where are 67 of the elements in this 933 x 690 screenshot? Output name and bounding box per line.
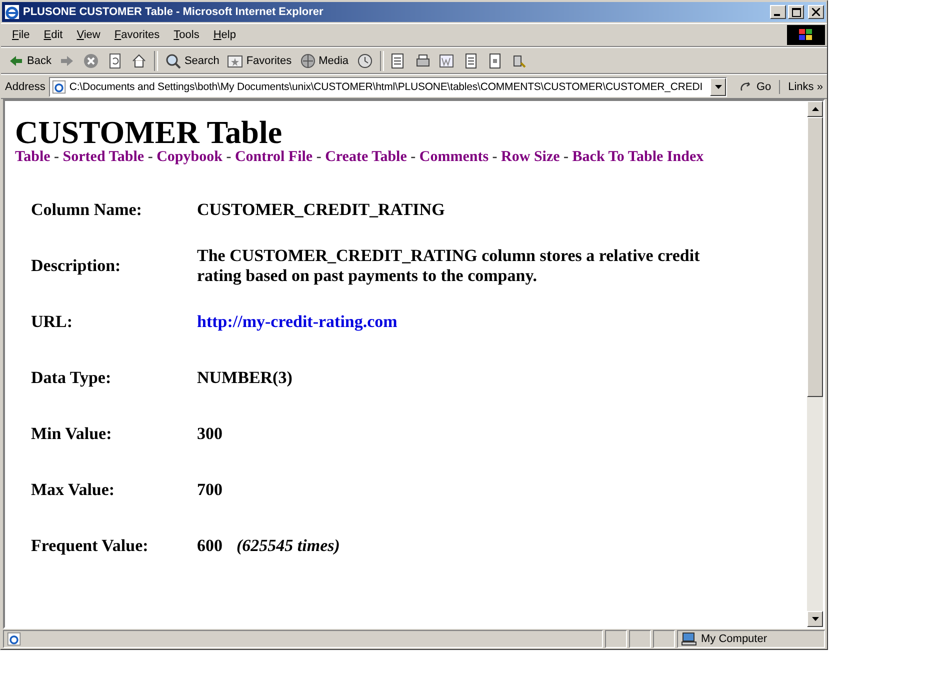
field-value: NUMBER(3): [197, 368, 292, 387]
nav-link[interactable]: Control File: [234, 149, 313, 165]
favorites-button[interactable]: Favorites: [224, 50, 295, 70]
address-field[interactable]: C:\Documents and Settings\both\My Documents\unix\CUSTOMER\html\PLUSONE\tables\COMMENTS\CUSTOMER\CUSTOMER_CREDI: [49, 76, 728, 96]
field-label: Max Value:: [31, 480, 115, 499]
vertical-scrollbar[interactable]: [807, 101, 823, 627]
nav-separator: -: [226, 149, 232, 165]
field-label: Min Value:: [31, 424, 112, 443]
go-button[interactable]: Go: [731, 80, 780, 94]
search-button[interactable]: Search: [162, 50, 222, 70]
field-value: 300: [197, 424, 222, 443]
scroll-thumb[interactable]: [807, 117, 823, 397]
close-button[interactable]: [808, 5, 824, 19]
browser-logo-icon: [4, 4, 20, 20]
field-label: Frequent Value:: [31, 536, 148, 555]
links-button[interactable]: Links »: [784, 80, 823, 92]
field-value: CUSTOMER_CREDIT_RATING: [197, 200, 445, 219]
field-value: The CUSTOMER_CREDIT_RATING column stores a relative credit rating based on past payments to the company.: [197, 246, 700, 285]
maximize-button[interactable]: [788, 5, 804, 19]
back-button[interactable]: Back: [5, 50, 54, 70]
dropdown-button[interactable]: [710, 78, 726, 96]
windows-logo-icon: [787, 25, 825, 45]
window-title: PLUSONE CUSTOMER Table - Microsoft Internet Explorer: [23, 6, 324, 18]
nav-link[interactable]: Sorted Table: [62, 149, 144, 165]
nav-separator: -: [316, 149, 322, 165]
nav-separator: -: [410, 149, 416, 165]
field-label: URL:: [31, 312, 73, 331]
nav-separator: -: [492, 149, 498, 165]
close-icon: [812, 8, 820, 16]
caret-up-icon: [812, 107, 818, 111]
scroll-up-button[interactable]: [807, 101, 823, 117]
menu-item[interactable]: Tools: [166, 29, 206, 41]
nav-link[interactable]: Back To Table Index: [572, 149, 704, 165]
maximize-icon: [792, 8, 800, 16]
menu-item[interactable]: File: [5, 29, 37, 41]
field-value: 600: [197, 536, 222, 555]
field-value: 700: [197, 480, 222, 499]
menu-item[interactable]: Favorites: [107, 29, 167, 41]
nav-link[interactable]: Row Size: [501, 149, 560, 165]
scroll-down-button[interactable]: [807, 611, 823, 627]
address-label: Address: [5, 80, 46, 92]
search-icon: [165, 52, 182, 68]
value-count: (625545 times): [236, 536, 340, 555]
nav-link[interactable]: Create Table: [325, 149, 407, 165]
media-button[interactable]: Media: [296, 50, 352, 70]
caret-icon: [714, 84, 722, 88]
nav-separator: -: [564, 149, 569, 165]
nav-separator: -: [54, 149, 60, 165]
url-link[interactable]: http://my-credit-rating.com: [197, 312, 398, 331]
computer-icon: [681, 632, 697, 646]
zone-label: My Computer: [701, 633, 768, 645]
field-label: Column Name:: [31, 200, 142, 219]
field-label: Data Type:: [31, 368, 112, 387]
menu-item[interactable]: Edit: [36, 29, 70, 41]
field-label: Description:: [31, 256, 121, 275]
caret-down-icon: [812, 617, 818, 621]
minimize-button[interactable]: [770, 5, 786, 19]
nav-link[interactable]: Copybook: [156, 149, 222, 165]
nav-link[interactable]: Table: [15, 149, 50, 165]
globe-icon: [300, 52, 316, 68]
star-folder-icon: [227, 52, 244, 68]
page-heading: CUSTOMER Table: [15, 115, 284, 149]
menu-item[interactable]: Help: [206, 29, 243, 41]
page-icon: [52, 80, 66, 94]
menu-item[interactable]: View: [70, 29, 108, 41]
nav-link[interactable]: Comments: [419, 149, 489, 165]
nav-separator: -: [148, 149, 153, 165]
